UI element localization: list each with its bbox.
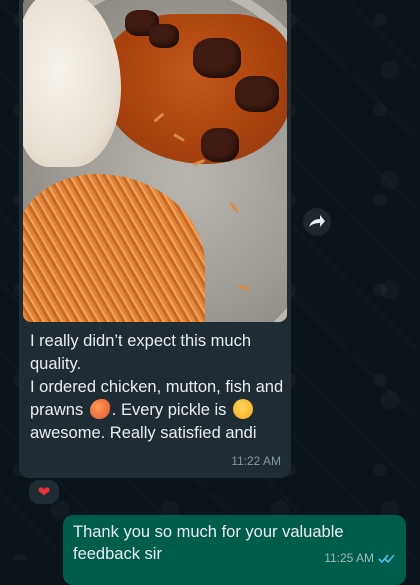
- forward-button[interactable]: [303, 208, 331, 236]
- incoming-message-text: I really didn’t expect this much quality…: [30, 330, 288, 445]
- message-line: I really didn’t expect this much quality…: [30, 332, 252, 373]
- forward-icon: [309, 215, 325, 227]
- meat-piece: [149, 24, 179, 48]
- double-check-read-icon: [378, 553, 395, 563]
- incoming-message-bubble[interactable]: I really didn’t expect this much quality…: [19, 0, 291, 478]
- white-rice: [23, 0, 121, 167]
- meat-piece: [201, 128, 239, 162]
- heart-icon: ❤: [37, 484, 51, 501]
- message-line: awesome. Really satisfied andi: [30, 424, 257, 442]
- outgoing-timestamp: 11:25 AM: [324, 551, 374, 565]
- outgoing-message-bubble[interactable]: Thank you so much for your valuable feed…: [63, 515, 406, 585]
- heart-reaction[interactable]: ❤: [27, 478, 61, 506]
- meat-piece: [235, 76, 279, 112]
- prawn-emoji-icon: [89, 399, 110, 419]
- meat-piece: [193, 38, 241, 78]
- food-photo[interactable]: [23, 0, 287, 322]
- incoming-timestamp: 11:22 AM: [231, 454, 281, 468]
- smiling-face-emoji-icon: [233, 399, 254, 419]
- outgoing-meta: 11:25 AM: [324, 551, 396, 565]
- message-line: . Every pickle is: [111, 401, 227, 419]
